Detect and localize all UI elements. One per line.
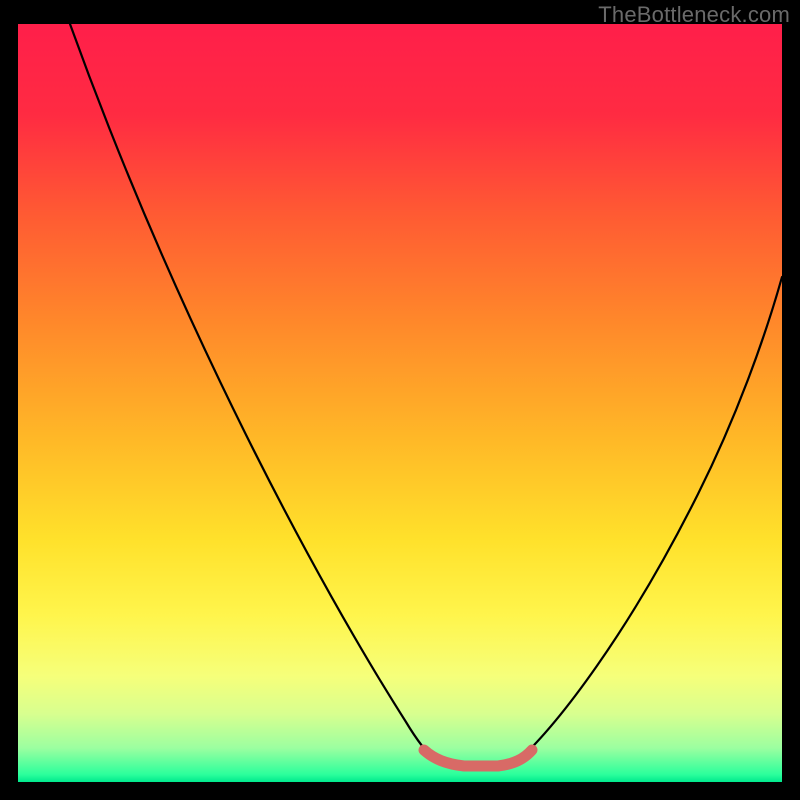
- stage: TheBottleneck.com: [0, 0, 800, 800]
- watermark-text: TheBottleneck.com: [598, 2, 790, 28]
- chart-curves-layer: [18, 24, 782, 782]
- black-right-curve: [518, 277, 782, 761]
- pink-trough-curve: [424, 750, 532, 766]
- black-left-curve: [70, 24, 436, 761]
- chart-plot-area: [18, 24, 782, 782]
